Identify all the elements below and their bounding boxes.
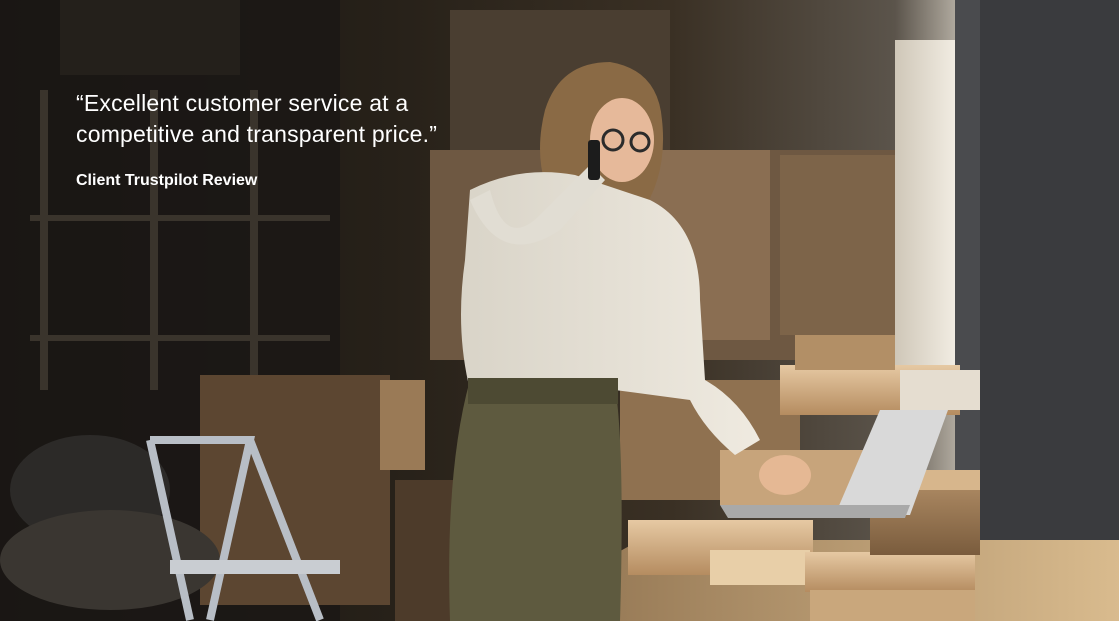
testimonial: “Excellent customer service at a competi…	[76, 88, 496, 190]
hero-banner: “Excellent customer service at a competi…	[0, 0, 1119, 621]
testimonial-source: Client Trustpilot Review	[76, 172, 258, 189]
testimonial-quote: “Excellent customer service at a competi…	[76, 90, 438, 147]
